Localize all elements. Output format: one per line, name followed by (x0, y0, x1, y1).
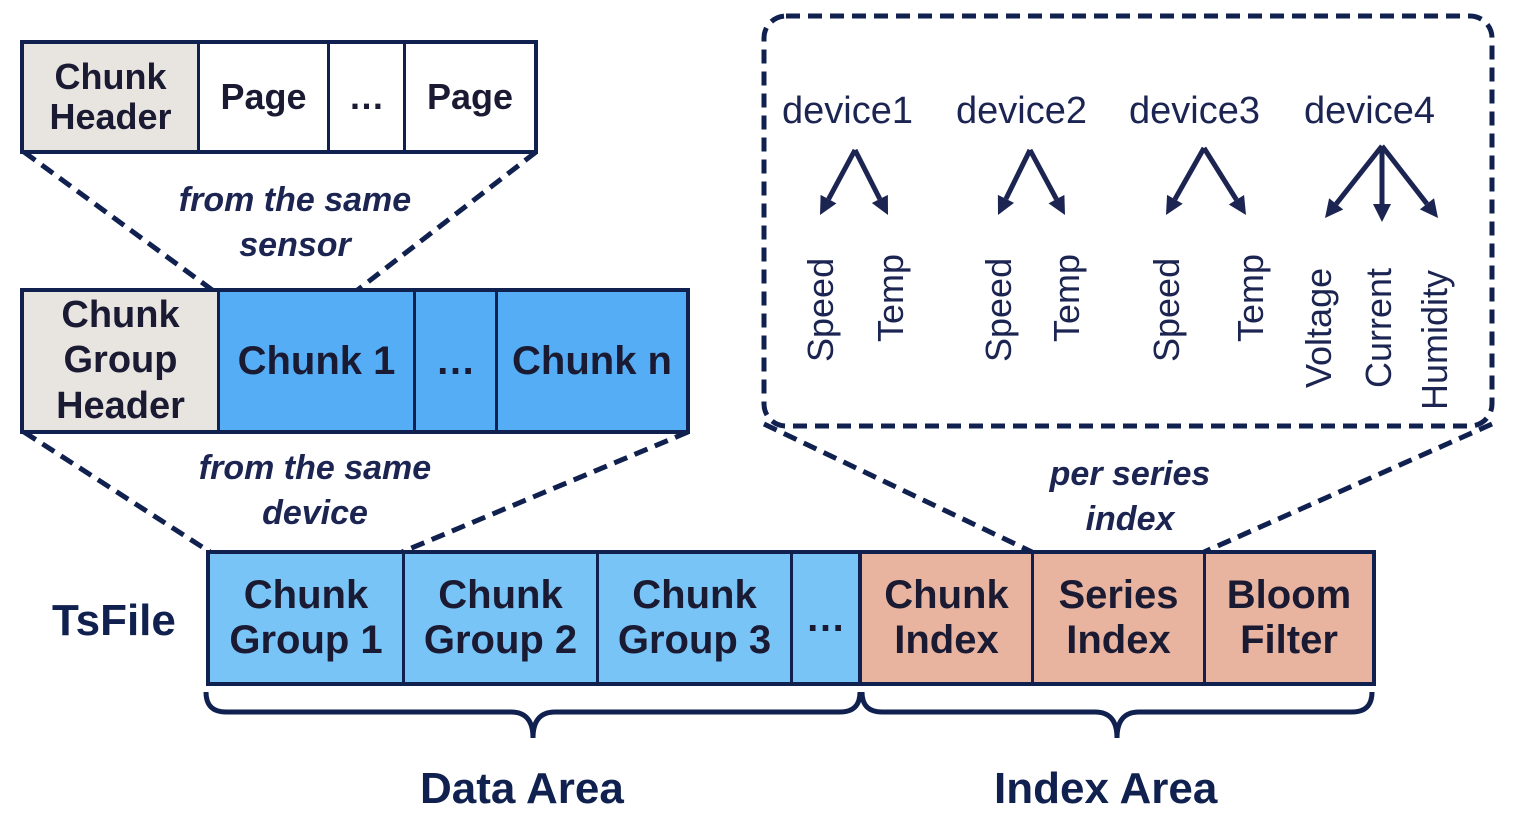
arrow-line (1334, 144, 1384, 206)
series-label: Temp (870, 253, 911, 342)
arrow-head-icon (1373, 204, 1391, 222)
ellipsis-cell: … (330, 44, 406, 150)
chunk-index-cell: Chunk Index (862, 554, 1034, 682)
arrow-line (1027, 148, 1059, 201)
device-label: device2 (956, 90, 1087, 132)
series-label: Humidity (1414, 269, 1455, 410)
chunk-group-caption: from the same device (198, 449, 432, 533)
data-area-brace (203, 691, 863, 739)
series-arrows (820, 144, 1438, 222)
chunk-cell: Chunk n (498, 292, 686, 430)
index-caption: per series index (1049, 455, 1211, 539)
device-label: device1 (782, 90, 913, 132)
arrow-line (1201, 146, 1239, 202)
series-label: Speed (978, 257, 1019, 362)
series-label: Temp (1046, 253, 1087, 342)
ellipsis-cell: … (416, 292, 498, 430)
page-cell: Page (406, 44, 534, 150)
tsfile-structure: Chunk Group 1 Chunk Group 2 Chunk Group … (206, 550, 1376, 686)
chunk-group-cell: Chunk Group 2 (405, 554, 599, 682)
chunk-caption: from the same sensor (178, 181, 412, 265)
chunk-cell: Chunk 1 (220, 292, 416, 430)
series-label: Voltage (1298, 267, 1339, 388)
arrow-line (1172, 146, 1207, 201)
device-label: device3 (1129, 90, 1260, 132)
bloom-filter-cell: Bloom Filter (1206, 554, 1372, 682)
series-label: Current (1358, 267, 1399, 388)
series-label: Temp (1230, 253, 1271, 342)
data-area-label: Data Area (420, 764, 624, 813)
series-label: Speed (1146, 257, 1187, 362)
index-area-label: Index Area (994, 764, 1218, 813)
arrow-line (826, 148, 858, 201)
tsfile-label: TsFile (52, 596, 176, 645)
arrow-line (852, 148, 883, 201)
page-cell: Page (200, 44, 330, 150)
chunk-group-cell: Chunk Group 1 (210, 554, 405, 682)
series-label: Speed (800, 257, 841, 362)
ellipsis-cell: … (793, 554, 862, 682)
arrow-line (1003, 148, 1033, 200)
device-label: device4 (1304, 90, 1435, 132)
index-area-brace (859, 691, 1375, 739)
chunk-header-cell: Chunk Header (24, 44, 200, 150)
chunk-structure: Chunk Header Page … Page (20, 40, 538, 154)
chunk-group-cell: Chunk Group 3 (599, 554, 793, 682)
chunk-group-header-cell: Chunk Group Header (24, 292, 220, 430)
arrow-line (1380, 144, 1429, 206)
braces (203, 691, 1375, 739)
series-index-cell: Series Index (1034, 554, 1206, 682)
chunk-group-structure: Chunk Group Header Chunk 1 … Chunk n (20, 288, 690, 434)
